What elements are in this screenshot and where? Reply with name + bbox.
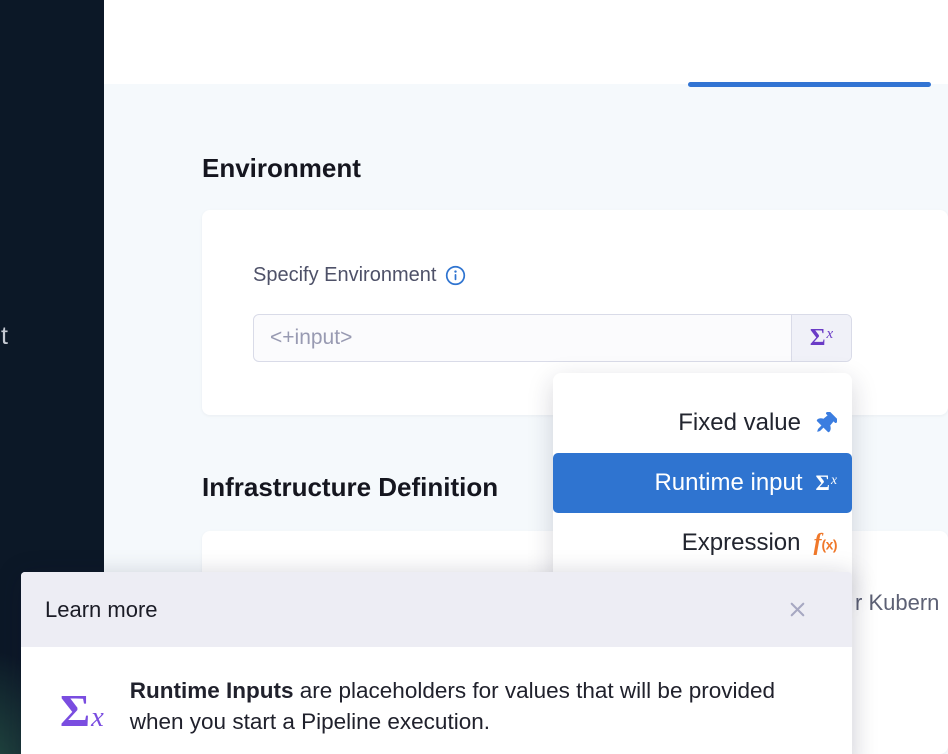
menu-item-label: Runtime input [654, 469, 802, 497]
pin-icon [814, 412, 837, 435]
infrastructure-heading: Infrastructure Definition [202, 472, 498, 503]
runtime-inputs-description: Runtime Inputs are placeholders for valu… [130, 675, 778, 737]
sigma-x-icon: Σx [816, 472, 837, 494]
app-canvas: t Overview Service Infrastructure Enviro… [0, 0, 948, 754]
environment-heading: Environment [202, 153, 361, 184]
sidebar-text-fragment: t [1, 322, 8, 351]
close-button[interactable] [787, 599, 808, 620]
info-icon[interactable] [445, 265, 466, 286]
expression-icon: f(x) [814, 531, 838, 555]
menu-item-label: Fixed value [678, 409, 801, 437]
specify-environment-row: Specify Environment [253, 264, 466, 287]
environment-input[interactable] [254, 315, 791, 361]
menu-item-expression[interactable]: Expression f(x) [553, 513, 852, 573]
active-tab-underline [688, 82, 931, 87]
specify-environment-label: Specify Environment [253, 264, 436, 287]
popup-title: Learn more [45, 597, 158, 623]
environment-input-group: Σx [253, 314, 852, 362]
description-bold: Runtime Inputs [130, 678, 294, 703]
value-type-menu: Fixed value Runtime input Σx Expression … [553, 373, 852, 589]
menu-item-fixed-value[interactable]: Fixed value [553, 393, 852, 453]
menu-item-label: Expression [682, 529, 801, 557]
value-type-toggle-button[interactable]: Σx [791, 315, 851, 361]
popup-header: Learn more [21, 572, 852, 647]
stage-tabbar [104, 0, 948, 84]
learn-more-popup: Learn more Σx Runtime Inputs are placeho… [21, 572, 852, 754]
kubernetes-text-fragment: r Kubern [855, 590, 939, 616]
close-icon [787, 599, 808, 620]
sigma-x-icon: Σx [810, 326, 833, 350]
sigma-x-icon: Σx [60, 685, 104, 737]
menu-item-runtime-input[interactable]: Runtime input Σx [553, 453, 852, 513]
popup-body: Σx Runtime Inputs are placeholders for v… [21, 647, 852, 737]
